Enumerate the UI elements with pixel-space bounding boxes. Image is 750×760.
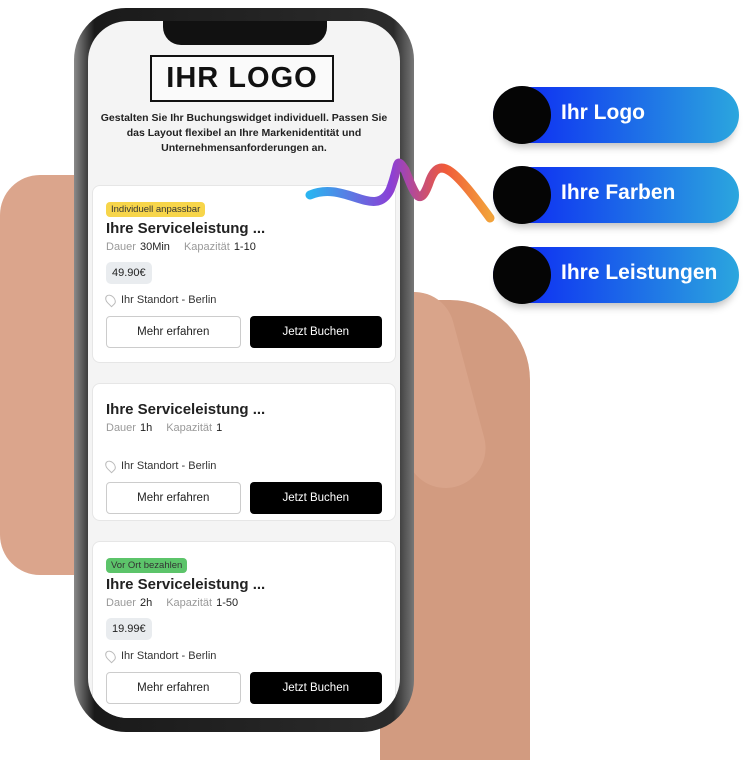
service-meta: Dauer 30Min Kapazität 1-10 bbox=[106, 241, 256, 253]
more-info-button[interactable]: Mehr erfahren bbox=[106, 672, 241, 704]
service-title[interactable]: Ihre Serviceleistung ... bbox=[106, 401, 382, 418]
book-now-button[interactable]: Jetzt Buchen bbox=[249, 482, 382, 514]
logo-placeholder: IHR LOGO bbox=[150, 55, 334, 102]
book-now-button[interactable]: Jetzt Buchen bbox=[249, 672, 382, 704]
location-pin-icon bbox=[103, 292, 118, 308]
book-now-button[interactable]: Jetzt Buchen bbox=[249, 316, 382, 348]
circle-icon bbox=[493, 246, 551, 304]
circle-icon bbox=[493, 166, 551, 224]
service-meta: Dauer 2h Kapazität 1-50 bbox=[106, 597, 239, 609]
feature-pill-colors: Ihre Farben bbox=[493, 166, 739, 224]
color-ribbon-icon bbox=[305, 158, 495, 223]
price-tag: 19.99€ bbox=[106, 618, 152, 640]
location: Ihr Standort - Berlin bbox=[103, 292, 382, 308]
location-pin-icon bbox=[103, 648, 118, 664]
phone-notch bbox=[163, 21, 327, 45]
feature-pill-logo: Ihr Logo bbox=[493, 86, 739, 144]
service-card: Vor Ort bezahlen Ihre Serviceleistung ..… bbox=[92, 541, 396, 718]
service-card: Ihre Serviceleistung ... Dauer 1h Kapazitä… bbox=[92, 383, 396, 521]
location: Ihr Standort - Berlin bbox=[103, 648, 382, 664]
circle-icon bbox=[493, 86, 551, 144]
phone-screen: IHR LOGO Gestalten Sie Ihr Buchungswidge… bbox=[88, 21, 400, 718]
more-info-button[interactable]: Mehr erfahren bbox=[106, 482, 241, 514]
service-meta: Dauer 1h Kapazität 1 bbox=[106, 422, 223, 434]
badge: Vor Ort bezahlen bbox=[106, 558, 188, 573]
service-title[interactable]: Ihre Serviceleistung ... bbox=[106, 576, 382, 593]
location: Ihr Standort - Berlin bbox=[103, 458, 382, 474]
badge: Individuell anpassbar bbox=[106, 202, 206, 217]
more-info-button[interactable]: Mehr erfahren bbox=[106, 316, 241, 348]
feature-pill-services: Ihre Leistungen bbox=[493, 246, 739, 304]
price-tag: 49.90€ bbox=[106, 262, 152, 284]
location-pin-icon bbox=[103, 458, 118, 474]
